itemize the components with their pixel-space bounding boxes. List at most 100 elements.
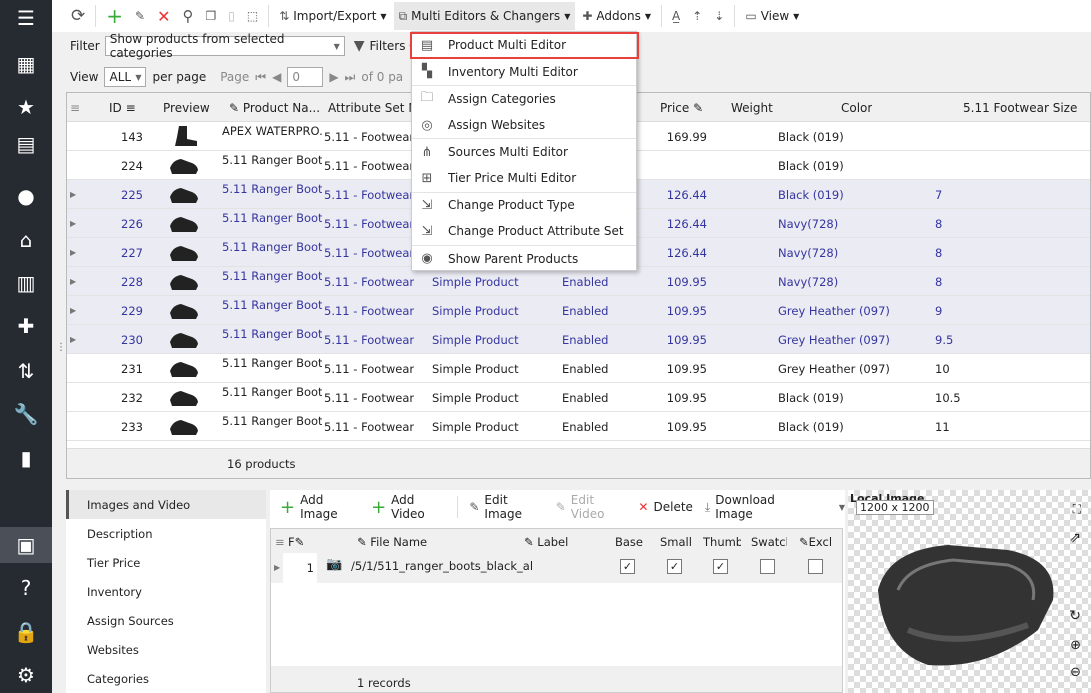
puzzle-icon[interactable]: ✚ (0, 308, 52, 344)
base-checkbox[interactable]: ✓ (620, 559, 635, 574)
edit-image-button[interactable]: ✎ Edit Image (465, 493, 547, 521)
column-price[interactable]: Price ✎ (660, 101, 703, 115)
store-icon[interactable]: ▦ (0, 46, 52, 82)
exclude-checkbox[interactable] (808, 559, 823, 574)
detail-tab[interactable]: Categories (66, 664, 266, 693)
menu-item[interactable]: ▤ Product Multi Editor (410, 32, 639, 59)
table-row[interactable]: 232 5.11 Ranger Boot... 5.11 - Footwear … (67, 383, 1090, 412)
column-id[interactable]: ID ≡ (109, 101, 136, 115)
thumb-checkbox[interactable]: ✓ (713, 559, 728, 574)
column-menu-icon[interactable]: ≡ (275, 535, 285, 549)
chart-icon[interactable]: ▥ (0, 265, 52, 301)
delete-icon[interactable]: ✕ (152, 2, 175, 30)
first-page-icon[interactable]: ⏮ (255, 70, 266, 85)
menu-item[interactable]: ◉ Show Parent Products (412, 244, 636, 272)
column-weight[interactable]: Weight (731, 101, 773, 115)
layout-icon[interactable]: ▮ (0, 440, 52, 476)
more-dropdown-icon[interactable]: ▼ (839, 503, 845, 512)
column-footwear-size[interactable]: 5.11 Footwear Size (963, 101, 1077, 115)
column-name[interactable]: ✎ Product Na... (229, 101, 329, 115)
next-page-icon[interactable]: ▶ (329, 70, 338, 84)
copy-icon[interactable]: ❐ (200, 2, 221, 30)
small-checkbox[interactable]: ✓ (667, 559, 682, 574)
rotate-icon[interactable]: ↻ (1069, 608, 1081, 624)
expand-icon[interactable]: ▶ (70, 219, 76, 228)
gear-icon[interactable]: ⚙ (0, 657, 52, 693)
detail-tab[interactable]: Assign Sources (66, 606, 266, 635)
menu-item[interactable]: ⇲ Change Product Type (412, 191, 636, 219)
detail-tab[interactable]: Inventory (66, 577, 266, 606)
addons-button[interactable]: ✚ Addons ▼ (577, 2, 656, 30)
column-thumb[interactable]: Thumb (703, 535, 741, 549)
box-icon[interactable]: ▣ (0, 527, 52, 563)
expand-icon[interactable]: ⇡ (687, 2, 707, 30)
view-select[interactable]: ALL ▼ (104, 67, 147, 87)
filters-button[interactable]: Filters ▼ (370, 39, 416, 53)
view-button[interactable]: ▭ View ▼ (740, 2, 804, 30)
expand-icon[interactable]: ▶ (70, 248, 76, 257)
collapse-icon[interactable]: ⇣ (709, 2, 729, 30)
column-position[interactable]: F✎ (288, 535, 304, 549)
help-icon[interactable]: ? (0, 570, 52, 606)
detail-tab[interactable]: Websites (66, 635, 266, 664)
column-label[interactable]: ✎ Label (524, 535, 568, 549)
menu-icon[interactable]: ☰ (0, 0, 52, 36)
open-external-icon[interactable]: ⇗ (1069, 530, 1081, 546)
table-row[interactable]: ▶ 229 5.11 Ranger Boot... 5.11 - Footwea… (67, 296, 1090, 325)
splitter-handle[interactable]: ⋮ (56, 342, 66, 353)
filter-select[interactable]: Show products from selected categories ▼ (104, 32, 345, 60)
archive-icon[interactable]: ▤ (0, 126, 52, 162)
sort-icon[interactable]: ⇅ (0, 353, 52, 389)
column-attribute-set[interactable]: Attribute Set Na (328, 101, 418, 115)
wrench-icon[interactable]: 🔧 (0, 396, 52, 432)
detail-tab[interactable]: Images and Video (66, 490, 266, 519)
actual-size-icon[interactable]: ⛶ (1073, 502, 1081, 517)
multi-editors-button[interactable]: ⧉ Multi Editors & Changers ▼ (393, 2, 576, 30)
expand-icon[interactable]: ▶ (70, 190, 76, 199)
detail-tab[interactable]: Tier Price (66, 548, 266, 577)
swatch-checkbox[interactable] (760, 559, 775, 574)
expand-icon[interactable]: ▶ (274, 563, 280, 572)
menu-item[interactable]: ◎ Assign Websites (412, 112, 636, 139)
home-icon[interactable]: ⌂ (0, 222, 52, 258)
duplicate-icon[interactable]: ⬚ (242, 2, 263, 30)
expand-icon[interactable]: ▶ (70, 335, 76, 344)
add-image-button[interactable]: + Add Image (276, 493, 363, 521)
expand-icon[interactable]: ▶ (70, 306, 76, 315)
table-row[interactable]: ▶ 228 5.11 Ranger Boot... 5.11 - Footwea… (67, 267, 1090, 296)
lock-icon[interactable]: 🔒 (0, 614, 52, 650)
add-icon[interactable]: + (101, 2, 128, 30)
import-export-button[interactable]: ⇅ Import/Export ▼ (274, 2, 391, 30)
column-color[interactable]: Color (841, 101, 872, 115)
expand-icon[interactable]: ▶ (70, 277, 76, 286)
refresh-icon[interactable]: ⟳ (66, 2, 90, 30)
detail-tab[interactable]: Description (66, 519, 266, 548)
menu-item[interactable]: 🗀 Assign Categories (412, 85, 636, 112)
font-icon[interactable]: A̲ (667, 2, 685, 30)
search-icon[interactable]: ⚲ (177, 2, 198, 30)
zoom-in-icon[interactable]: ⊕ (1070, 638, 1081, 653)
user-icon[interactable]: ● (0, 178, 52, 214)
column-exclude[interactable]: ✎Excl (799, 535, 832, 549)
column-swatch[interactable]: Swatch (751, 535, 787, 549)
menu-item[interactable]: ⇲ Change Product Attribute Set (412, 218, 636, 245)
delete-button[interactable]: ✕ Delete (634, 500, 697, 514)
page-input[interactable]: 0 (287, 67, 324, 87)
star-icon[interactable]: ★ (0, 89, 52, 125)
table-row[interactable]: 233 5.11 Ranger Boot... 5.11 - Footwear … (67, 412, 1090, 441)
table-row[interactable]: 231 5.11 Ranger Boot... 5.11 - Footwear … (67, 354, 1090, 383)
column-small[interactable]: Small (660, 535, 692, 549)
column-base[interactable]: Base (615, 535, 643, 549)
add-video-button[interactable]: + Add Video (367, 493, 450, 521)
menu-item[interactable]: ⊞ Tier Price Multi Editor (412, 165, 636, 192)
column-menu-icon[interactable]: ≡ (70, 101, 80, 115)
zoom-out-icon[interactable]: ⊖ (1070, 665, 1081, 680)
menu-item[interactable]: ▚ Inventory Multi Editor (412, 59, 636, 86)
edit-icon[interactable]: ✎ (130, 2, 150, 30)
prev-page-icon[interactable]: ◀ (272, 70, 281, 84)
column-file-name[interactable]: ✎ File Name (357, 535, 427, 549)
download-image-button[interactable]: ⤓ Download Image (701, 493, 813, 521)
image-row[interactable]: ▶ 1 📷 /5/1/511_ranger_boots_black_al ✓ ✓… (271, 553, 842, 583)
column-preview[interactable]: Preview (163, 101, 210, 115)
table-row[interactable]: ▶ 230 5.11 Ranger Boot... 5.11 - Footwea… (67, 325, 1090, 354)
